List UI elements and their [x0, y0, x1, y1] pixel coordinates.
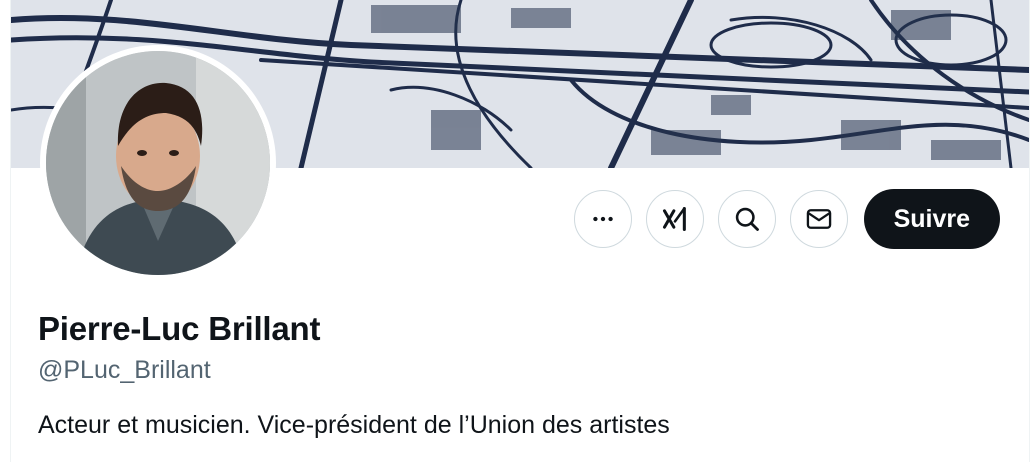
avatar-photo	[46, 51, 270, 275]
grok-icon	[662, 206, 686, 232]
profile-name: Pierre-Luc Brillant	[38, 310, 321, 347]
search-icon	[735, 207, 759, 231]
profile-header: Suivre Pierre-Luc Brillant @PLuc_Brillan…	[10, 0, 1030, 462]
more-horizontal-icon	[592, 216, 613, 222]
search-button[interactable]	[717, 190, 776, 248]
profile-avatar[interactable]	[40, 45, 276, 281]
envelope-icon	[806, 209, 831, 229]
profile-actions: Suivre	[573, 189, 1000, 249]
profile-handle: @PLuc_Brillant	[38, 356, 211, 384]
grok-button[interactable]	[645, 190, 704, 248]
message-button[interactable]	[789, 190, 848, 248]
follow-button[interactable]: Suivre	[863, 189, 1000, 249]
profile-bio: Acteur et musicien. Vice-président de l’…	[38, 411, 670, 439]
more-button[interactable]	[573, 190, 632, 248]
